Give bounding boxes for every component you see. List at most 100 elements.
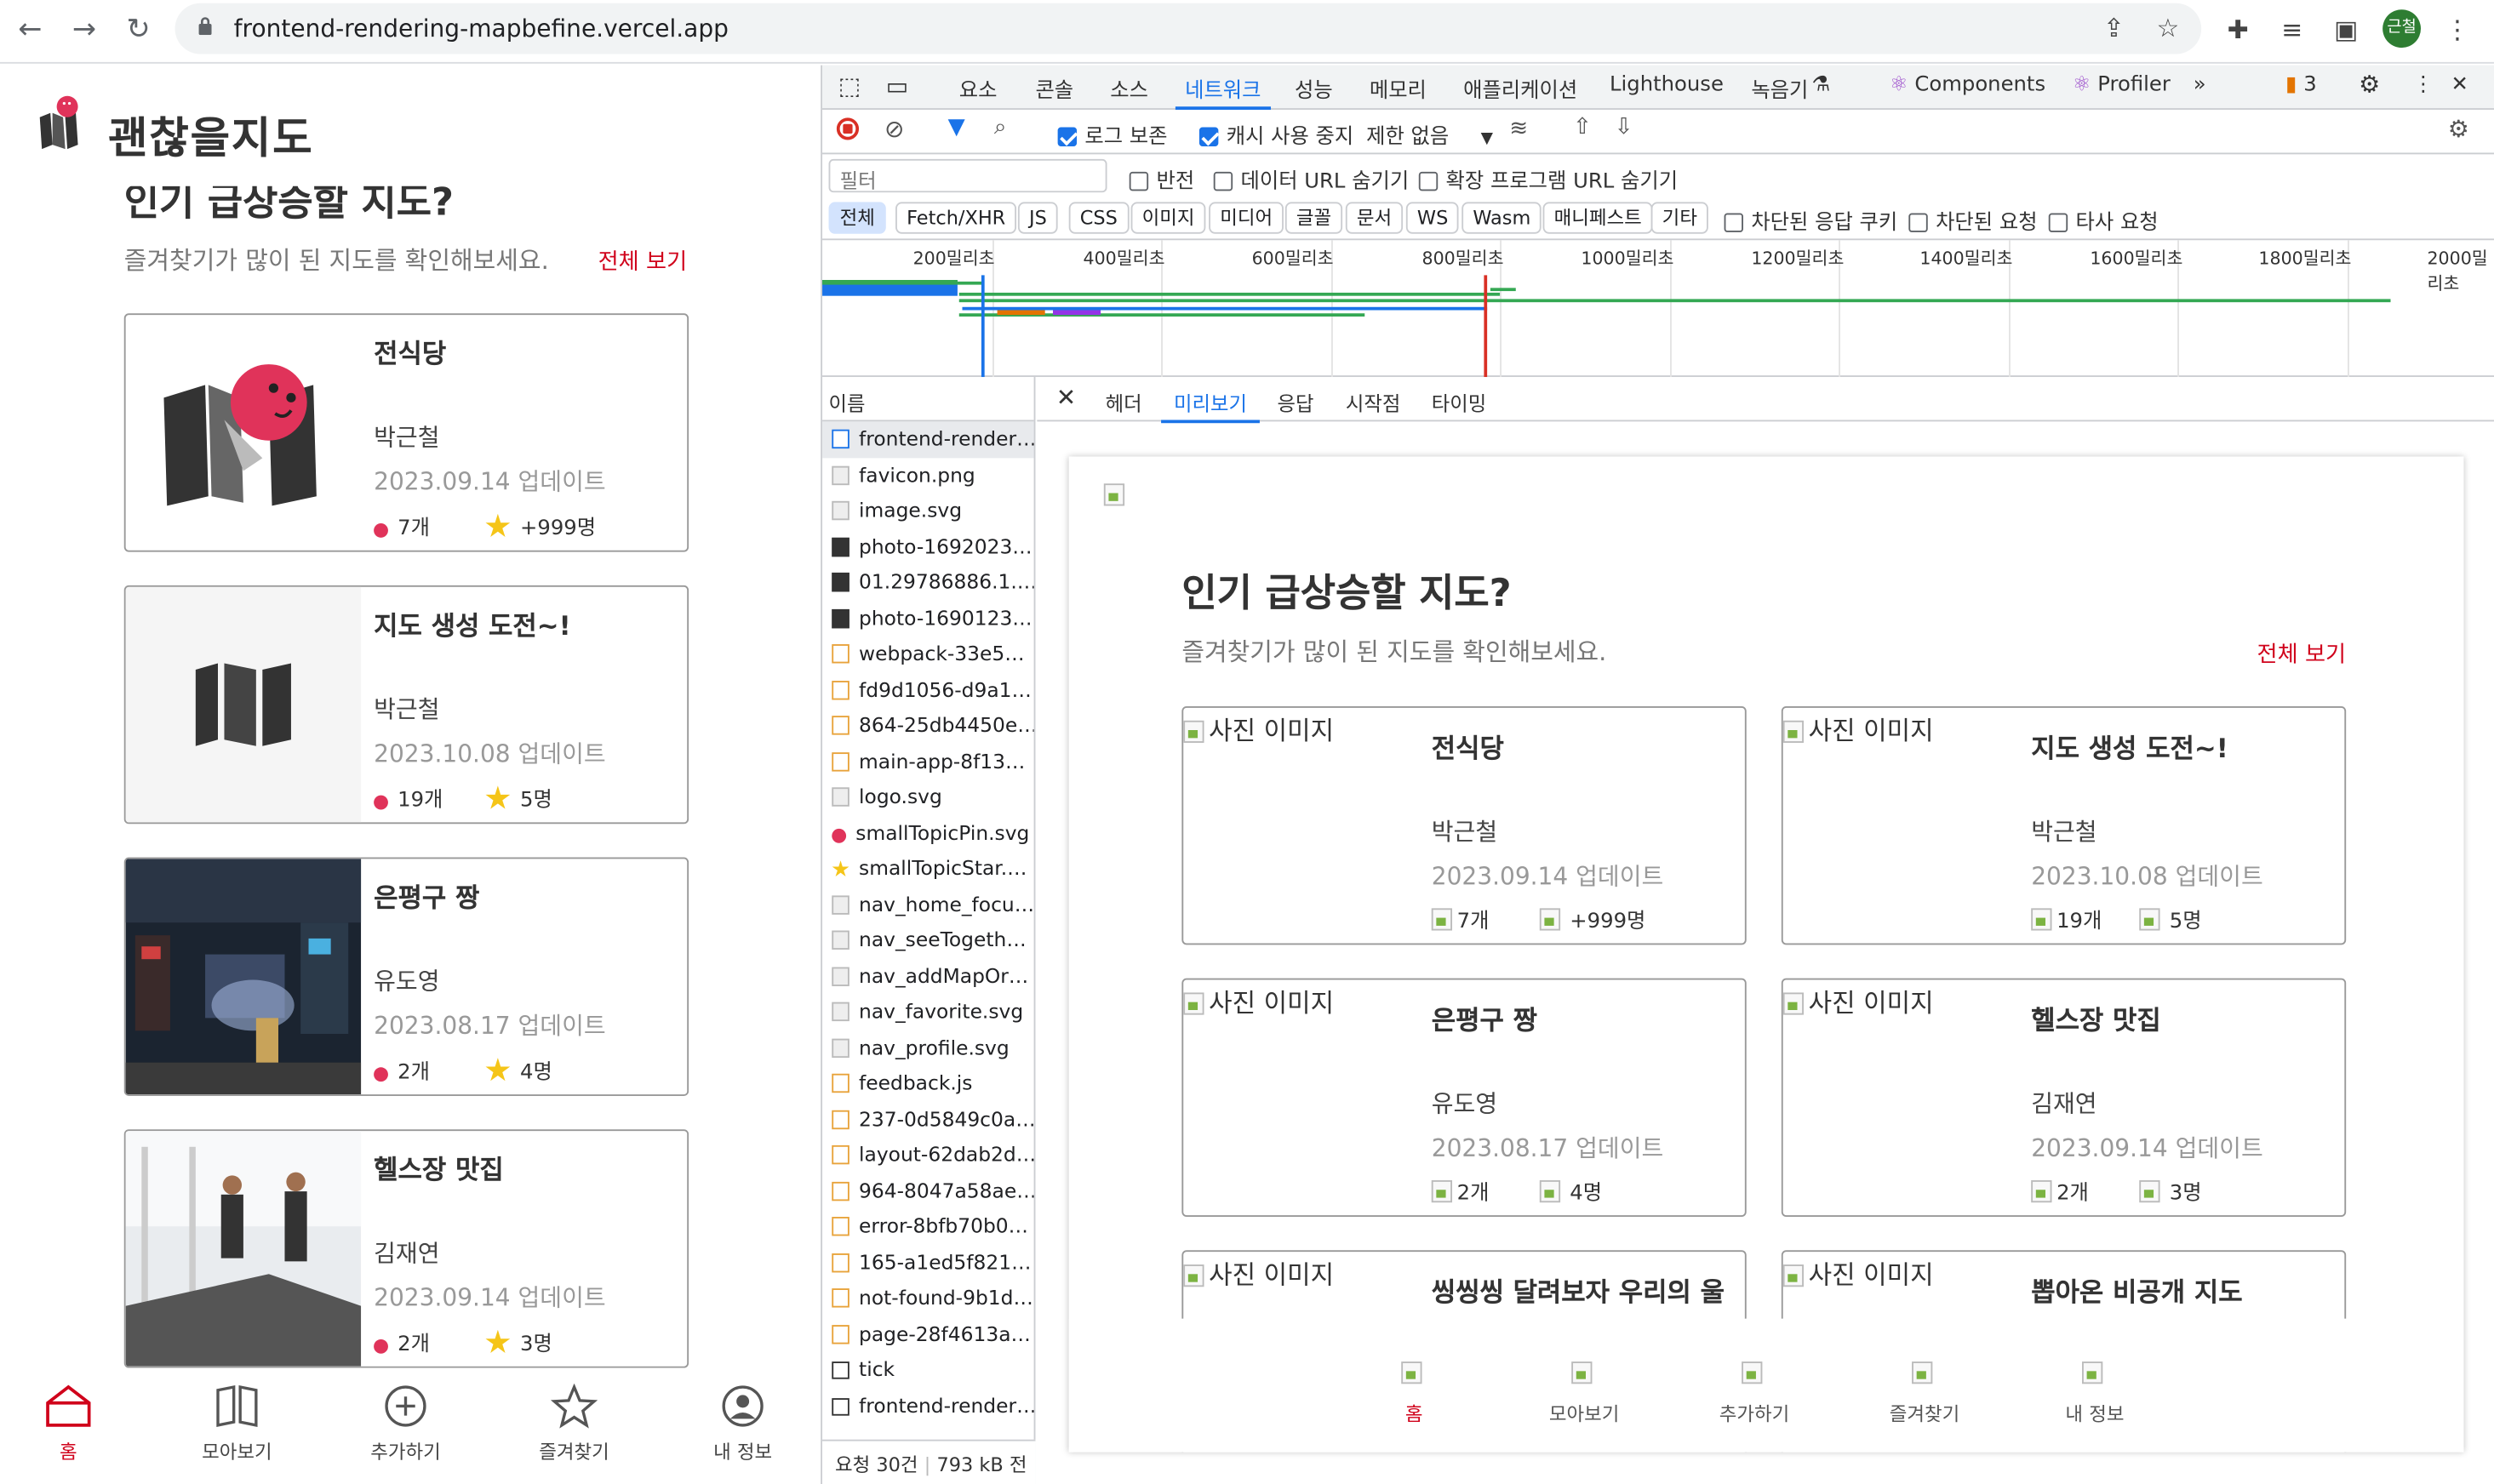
request-row[interactable]: smallTopicStar.… — [822, 851, 1034, 887]
request-row[interactable]: not-found-9b1d… — [822, 1281, 1034, 1316]
filter-input[interactable]: 필터 — [828, 158, 1107, 193]
filter-icon[interactable]: ▼ — [948, 115, 965, 140]
close-devtools-icon[interactable]: ✕ — [2451, 73, 2468, 97]
hide-data-urls-checkbox[interactable]: 데이터 URL 숨기기 — [1213, 164, 1409, 194]
type-other[interactable]: 기타 — [1650, 202, 1709, 234]
type-document[interactable]: 문서 — [1345, 202, 1404, 234]
request-row[interactable]: smallTopicPin.svg — [822, 815, 1034, 851]
media-icon[interactable]: ≡ — [2274, 13, 2309, 48]
request-row[interactable]: nav_addMapOr… — [822, 958, 1034, 994]
reload-icon[interactable]: ↻ — [121, 13, 156, 48]
preview-map-card[interactable]: 사진 이미지 은평구 짱 유도영 2023.08.17 업데이트 2개 4명 — [1181, 978, 1747, 1218]
clear-icon[interactable]: ⊘ — [884, 115, 905, 144]
request-row[interactable]: tick — [822, 1352, 1034, 1388]
settings-gear-icon[interactable]: ⚙ — [2359, 70, 2380, 99]
close-detail-icon[interactable]: ✕ — [1056, 384, 1077, 413]
type-all[interactable]: 전체 — [828, 202, 886, 234]
request-row[interactable]: 165-a1ed5f821… — [822, 1245, 1034, 1281]
inspect-element-icon[interactable]: ⬚ — [838, 71, 861, 100]
request-row[interactable]: 864-25db4450e… — [822, 708, 1034, 744]
request-row[interactable]: favicon.png — [822, 457, 1034, 493]
request-row[interactable]: nav_home_focu… — [822, 887, 1034, 922]
nav-browse[interactable]: 모아보기 — [174, 1384, 300, 1464]
request-row[interactable]: layout-62dab2d… — [822, 1138, 1034, 1173]
menu-kebab-icon[interactable]: ⋮ — [2440, 13, 2474, 48]
search-icon[interactable]: ⌕ — [994, 115, 1007, 140]
upload-icon[interactable]: ⇧ — [1573, 115, 1592, 140]
tab-headers[interactable]: 헤더 — [1106, 386, 1142, 417]
type-image[interactable]: 이미지 — [1130, 202, 1206, 234]
devtools-menu-icon[interactable]: ⋮ — [2413, 73, 2434, 97]
request-row[interactable]: main-app-8f13… — [822, 744, 1034, 779]
type-js[interactable]: JS — [1017, 202, 1058, 234]
tab-preview[interactable]: 미리보기 — [1161, 386, 1260, 424]
preview-nav-item[interactable]: 내 정보 — [2031, 1357, 2158, 1427]
name-column-header[interactable]: 이름 — [822, 377, 1034, 422]
preview-see-all[interactable]: 전체 보기 — [2257, 638, 2347, 670]
profile-avatar[interactable]: 근철 — [2382, 9, 2422, 49]
preview-map-card[interactable]: 사진 이미지 지도 생성 도전~! 박근철 2023.10.08 업데이트 19개 5명 — [1781, 705, 2347, 945]
preview-map-card[interactable]: 사진 이미지 전식당 박근철 2023.09.14 업데이트 7개 +999명 — [1181, 705, 1747, 945]
tab-timing[interactable]: 타이밍 — [1432, 386, 1486, 417]
bookmark-star-icon[interactable]: ☆ — [2150, 11, 2185, 46]
forward-arrow-icon[interactable]: → — [66, 13, 101, 48]
see-all-link[interactable]: 전체 보기 — [598, 245, 688, 277]
tab-network[interactable]: 네트워크 — [1175, 73, 1271, 110]
device-toggle-icon[interactable]: ▭ — [886, 71, 909, 100]
preserve-log-checkbox[interactable]: 로그 보존 — [1057, 119, 1168, 150]
preview-nav-item[interactable]: 추가하기 — [1690, 1357, 1817, 1427]
request-row[interactable]: nav_profile.svg — [822, 1030, 1034, 1065]
type-fetch-xhr[interactable]: Fetch/XHR — [895, 202, 1017, 234]
disable-cache-checkbox[interactable]: 캐시 사용 중지 — [1198, 119, 1353, 150]
request-row[interactable]: frontend-render… — [822, 1388, 1034, 1424]
preview-nav-item[interactable]: 모아보기 — [1520, 1357, 1647, 1427]
preview-map-card[interactable]: 사진 이미지 헬스장 맛집 김재연 2023.09.14 업데이트 2개 3명 — [1781, 978, 2347, 1218]
download-icon[interactable]: ⇩ — [1615, 115, 1633, 140]
preview-nav-item[interactable]: 즐겨찾기 — [1861, 1357, 1988, 1427]
request-row[interactable]: logo.svg — [822, 779, 1034, 815]
request-row[interactable]: feedback.js — [822, 1065, 1034, 1101]
type-font[interactable]: 글꼴 — [1284, 202, 1343, 234]
type-wasm[interactable]: Wasm — [1462, 202, 1542, 234]
request-row[interactable]: fd9d1056-d9a1… — [822, 672, 1034, 708]
request-row[interactable]: image.svg — [822, 493, 1034, 528]
wifi-settings-icon[interactable]: ≋ — [1509, 116, 1528, 141]
back-arrow-icon[interactable]: ← — [13, 13, 48, 48]
type-media[interactable]: 미디어 — [1209, 202, 1284, 234]
map-card[interactable]: 은평구 짱 유도영 2023.08.17 업데이트 2개 4명 — [123, 857, 689, 1096]
request-row[interactable]: page-28f4613a… — [822, 1316, 1034, 1352]
map-card[interactable]: 헬스장 맛집 김재연 2023.09.14 업데이트 2개 3명 — [123, 1129, 689, 1368]
request-row[interactable]: frontend-render… — [822, 421, 1034, 458]
extensions-icon[interactable]: ✚ — [2221, 13, 2256, 48]
tab-console[interactable]: 콘솔 — [1035, 73, 1073, 103]
nav-favorites[interactable]: 즐겨찾기 — [511, 1383, 638, 1464]
throttle-select[interactable]: 제한 없음 ▼ — [1366, 119, 1493, 150]
map-card[interactable]: 지도 생성 도전~! 박근철 2023.10.08 업데이트 19개 5명 — [123, 585, 689, 825]
type-css[interactable]: CSS — [1068, 202, 1130, 234]
request-row[interactable]: 01.29786886.1.… — [822, 565, 1034, 601]
issues-badge[interactable]: ▮ 3 — [2285, 73, 2317, 97]
tab-lighthouse[interactable]: Lighthouse — [1610, 73, 1724, 97]
side-panel-icon[interactable]: ▣ — [2329, 13, 2364, 48]
third-party-checkbox[interactable]: 타사 요청 — [2048, 205, 2159, 236]
blocked-cookies-checkbox[interactable]: 차단된 응답 쿠키 — [1724, 205, 1897, 236]
request-row[interactable]: error-8bfb70b0… — [822, 1209, 1034, 1245]
share-icon[interactable]: ⇪ — [2096, 11, 2131, 46]
request-row[interactable]: photo-1690123… — [822, 601, 1034, 636]
tab-response[interactable]: 응답 — [1277, 386, 1313, 417]
map-card[interactable]: 전식당 박근철 2023.09.14 업데이트 7개 +999명 — [123, 313, 689, 552]
request-row[interactable]: 237-0d5849c0a… — [822, 1101, 1034, 1137]
request-row[interactable]: nav_seeTogeth… — [822, 922, 1034, 958]
blocked-requests-checkbox[interactable]: 차단된 요청 — [1908, 205, 2038, 236]
hide-extension-urls-checkbox[interactable]: 확장 프로그램 URL 숨기기 — [1418, 164, 1678, 194]
tab-memory[interactable]: 메모리 — [1370, 73, 1427, 103]
record-icon[interactable] — [836, 117, 860, 140]
tab-sources[interactable]: 소스 — [1110, 73, 1148, 103]
request-row[interactable]: 964-8047a58ae… — [822, 1173, 1034, 1209]
tab-profiler[interactable]: ⚛ Profiler — [2073, 73, 2171, 97]
request-row[interactable]: webpack-33e5… — [822, 636, 1034, 672]
network-settings-icon[interactable]: ⚙ — [2448, 115, 2469, 144]
tab-elements[interactable]: 요소 — [959, 73, 998, 103]
preview-nav-item[interactable]: 홈 — [1350, 1357, 1477, 1427]
address-bar[interactable]: frontend-rendering-mapbefine.vercel.app … — [174, 3, 2202, 54]
